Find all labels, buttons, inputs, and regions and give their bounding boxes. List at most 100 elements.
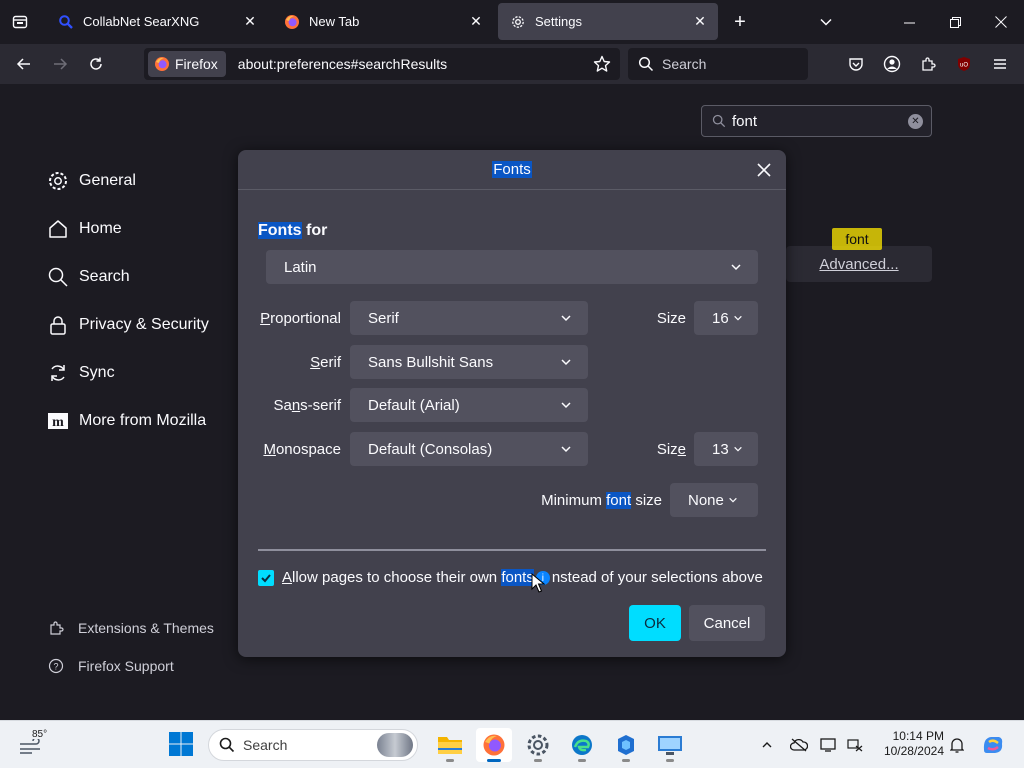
language-select[interactable]: Latin bbox=[266, 250, 758, 284]
teams-icon[interactable] bbox=[608, 728, 644, 762]
edge-icon[interactable] bbox=[564, 728, 600, 762]
account-icon[interactable] bbox=[878, 50, 906, 78]
remote-desktop-icon[interactable] bbox=[652, 728, 688, 762]
find-in-settings-input[interactable]: font ✕ bbox=[701, 105, 932, 137]
allow-pages-fonts-checkbox[interactable] bbox=[258, 570, 274, 586]
dialog-titlebar: Fonts bbox=[238, 150, 786, 190]
search-match-tooltip: font bbox=[832, 228, 882, 250]
taskbar-search-placeholder: Search bbox=[243, 737, 288, 753]
copilot-icon[interactable] bbox=[980, 733, 1006, 757]
size-value: 13 bbox=[712, 440, 729, 458]
proportional-size-select[interactable]: 16 bbox=[694, 301, 758, 335]
monospace-select[interactable]: Default (Consolas) bbox=[350, 432, 588, 466]
bookmark-star-icon[interactable] bbox=[588, 50, 616, 78]
svg-text:?: ? bbox=[53, 662, 58, 672]
footer-link-label: Extensions & Themes bbox=[78, 620, 214, 636]
language-value: Latin bbox=[284, 258, 317, 276]
tab-label: Settings bbox=[535, 14, 582, 29]
serif-label: Serif bbox=[310, 354, 341, 371]
extensions-themes-link[interactable]: Extensions & Themes bbox=[47, 617, 214, 639]
back-arrow-icon[interactable] bbox=[10, 50, 38, 78]
chevron-down-icon bbox=[560, 399, 572, 411]
home-icon bbox=[46, 217, 70, 241]
settings-content: font ✕ General Home Search Privacy & Sec… bbox=[0, 84, 1024, 720]
weather-widget[interactable]: 85° bbox=[18, 729, 52, 759]
close-icon[interactable]: ✕ bbox=[238, 10, 262, 34]
search-icon bbox=[638, 56, 654, 72]
search-bar[interactable]: Search bbox=[628, 48, 808, 80]
monospace-size-label: Size bbox=[656, 441, 686, 458]
cancel-button[interactable]: Cancel bbox=[689, 605, 765, 641]
min-size-value: None bbox=[688, 491, 724, 509]
window-close-icon[interactable] bbox=[978, 0, 1024, 44]
serif-value: Sans Bullshit Sans bbox=[368, 353, 494, 371]
taskbar-search-box[interactable]: Search bbox=[208, 729, 418, 761]
tab-settings[interactable]: Settings ✕ bbox=[498, 3, 718, 40]
search-icon bbox=[219, 737, 235, 753]
sidebar-item-privacy-security[interactable]: Privacy & Security bbox=[46, 310, 209, 340]
proportional-size-label: Size bbox=[656, 310, 686, 327]
firefox-view-icon[interactable] bbox=[6, 9, 34, 35]
searxng-icon bbox=[58, 14, 74, 30]
chevron-down-icon bbox=[733, 313, 743, 323]
close-icon[interactable]: ✕ bbox=[464, 10, 488, 34]
advanced-fonts-button[interactable]: Advanced... bbox=[786, 246, 932, 282]
clear-search-icon[interactable]: ✕ bbox=[908, 114, 923, 129]
pocket-icon[interactable] bbox=[842, 50, 870, 78]
tab-label: New Tab bbox=[309, 14, 360, 29]
fonts-for-heading: Fonts for bbox=[258, 222, 328, 239]
display-icon[interactable] bbox=[818, 735, 840, 755]
sidebar-item-search[interactable]: Search bbox=[46, 262, 130, 292]
sidebar-item-sync[interactable]: Sync bbox=[46, 358, 115, 388]
reload-icon[interactable] bbox=[82, 50, 110, 78]
checkmark-icon bbox=[261, 574, 271, 583]
url-text[interactable]: about:preferences#searchResults bbox=[238, 56, 588, 72]
close-icon[interactable]: ✕ bbox=[688, 10, 712, 34]
firefox-support-link[interactable]: ? Firefox Support bbox=[47, 655, 174, 677]
minimize-icon[interactable] bbox=[886, 0, 932, 44]
restore-icon[interactable] bbox=[932, 0, 978, 44]
system-clock[interactable]: 10:14 PM 10/28/2024 bbox=[872, 729, 944, 759]
notification-bell-icon[interactable] bbox=[946, 735, 968, 755]
svg-text:m: m bbox=[52, 415, 64, 430]
sync-icon bbox=[46, 361, 70, 385]
chevron-down-icon[interactable] bbox=[814, 9, 838, 35]
sidebar-item-home[interactable]: Home bbox=[46, 214, 122, 244]
sans-serif-value: Default (Arial) bbox=[368, 396, 460, 414]
tab-searxng[interactable]: CollabNet SearXNG ✕ bbox=[46, 3, 268, 40]
identity-box[interactable]: Firefox bbox=[148, 51, 226, 77]
minimum-font-size-select[interactable]: None bbox=[670, 483, 758, 517]
svg-text:uO: uO bbox=[960, 63, 968, 69]
sans-serif-select[interactable]: Default (Arial) bbox=[350, 388, 588, 422]
new-tab-plus-icon[interactable]: + bbox=[728, 9, 752, 35]
settings-taskbar-icon[interactable] bbox=[520, 728, 556, 762]
firefox-taskbar-icon[interactable] bbox=[476, 728, 512, 762]
search-icon bbox=[712, 114, 726, 128]
serif-select[interactable]: Sans Bullshit Sans bbox=[350, 345, 588, 379]
file-explorer-icon[interactable] bbox=[432, 728, 468, 762]
cloud-sync-icon[interactable] bbox=[788, 735, 810, 755]
proportional-select[interactable]: Serif bbox=[350, 301, 588, 335]
footer-link-label: Firefox Support bbox=[78, 658, 174, 674]
fonts-dialog: Fonts Fonts for Latin Proportional Serif… bbox=[238, 150, 786, 657]
find-value: font bbox=[732, 112, 758, 130]
ok-button[interactable]: OK bbox=[629, 605, 681, 641]
url-bar[interactable]: Firefox about:preferences#searchResults bbox=[144, 48, 620, 80]
monospace-size-select[interactable]: 13 bbox=[694, 432, 758, 466]
chevron-up-icon[interactable] bbox=[756, 735, 778, 755]
gear-icon bbox=[46, 169, 70, 193]
forward-arrow-icon[interactable] bbox=[46, 50, 74, 78]
allow-pages-fonts-label[interactable]: Allow pages to choose their own fonts i ns… bbox=[282, 569, 763, 586]
close-icon[interactable] bbox=[752, 158, 776, 182]
extensions-puzzle-icon[interactable] bbox=[914, 50, 942, 78]
sidebar-item-label: More from Mozilla bbox=[79, 412, 207, 429]
chevron-down-icon bbox=[730, 261, 742, 273]
hamburger-menu-icon[interactable] bbox=[986, 50, 1014, 78]
ublock-origin-icon[interactable]: uO bbox=[950, 50, 978, 78]
chevron-down-icon bbox=[733, 444, 743, 454]
sidebar-item-more-from-mozilla[interactable]: m More from Mozilla bbox=[46, 406, 206, 436]
network-disconnected-icon[interactable] bbox=[844, 735, 866, 755]
tab-new-tab[interactable]: New Tab ✕ bbox=[272, 3, 494, 40]
windows-start-icon[interactable] bbox=[168, 731, 196, 759]
sidebar-item-general[interactable]: General bbox=[46, 166, 136, 196]
